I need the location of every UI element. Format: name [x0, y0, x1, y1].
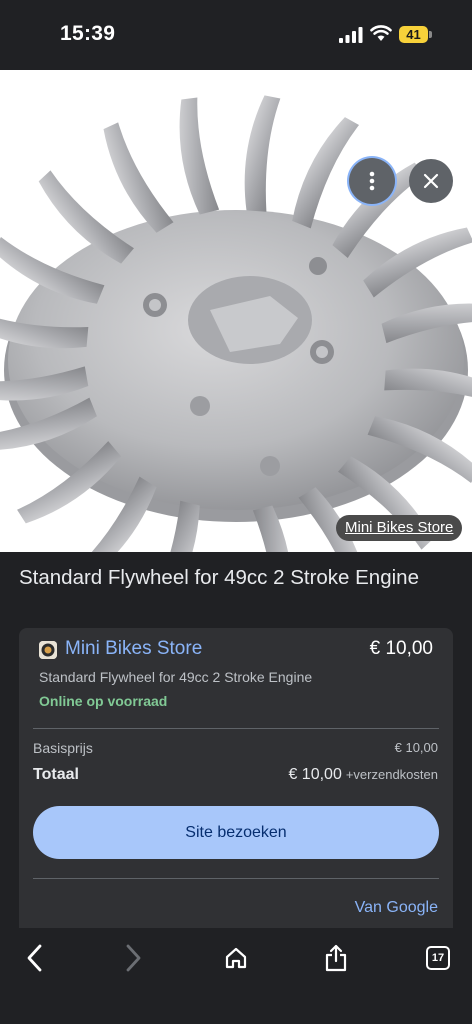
browser-toolbar: 17: [0, 930, 472, 1024]
total-price: € 10,00 +verzendkosten: [288, 766, 438, 784]
share-icon: [325, 944, 347, 972]
divider: [33, 728, 439, 729]
share-button[interactable]: [314, 940, 358, 976]
back-button[interactable]: [12, 940, 56, 976]
store-favicon-icon: [39, 641, 57, 659]
more-options-button[interactable]: [349, 158, 395, 204]
tabs-icon: 17: [426, 946, 450, 970]
close-icon: [423, 173, 439, 189]
forward-button[interactable]: [112, 940, 156, 976]
total-label: Totaal: [33, 766, 79, 783]
stock-status: Online op voorraad: [39, 693, 168, 709]
wifi-icon: [370, 25, 392, 41]
battery-level: 41: [406, 27, 421, 42]
back-icon: [27, 944, 42, 972]
shipping-note: +verzendkosten: [345, 767, 438, 782]
offer-card: Mini Bikes Store € 10,00 Standard Flywhe…: [19, 628, 453, 928]
battery-indicator: 41: [399, 26, 433, 44]
tabs-button[interactable]: 17: [416, 940, 460, 976]
base-price-label: Basisprijs: [33, 740, 93, 756]
product-title: Standard Flywheel for 49cc 2 Stroke Engi…: [19, 566, 419, 589]
tab-count: 17: [431, 952, 445, 964]
home-button[interactable]: [214, 940, 258, 976]
close-button[interactable]: [409, 159, 453, 203]
more-vert-icon: [369, 171, 375, 191]
store-name-link[interactable]: Mini Bikes Store: [65, 638, 202, 660]
signal-icon: [339, 27, 363, 43]
status-bar: 15:39 41: [0, 0, 472, 70]
offer-price: € 10,00: [369, 638, 433, 659]
divider: [33, 878, 439, 879]
image-source-link[interactable]: Mini Bikes Store: [336, 515, 463, 541]
product-image-area[interactable]: [0, 70, 472, 552]
product-image: [0, 70, 472, 552]
forward-icon: [126, 944, 141, 972]
from-google-link[interactable]: Van Google: [355, 899, 438, 917]
total-value: € 10,00: [288, 766, 342, 783]
status-time: 15:39: [60, 22, 116, 45]
offer-description: Standard Flywheel for 49cc 2 Stroke Engi…: [39, 669, 313, 685]
base-price-value: € 10,00: [394, 740, 438, 755]
home-icon: [225, 947, 247, 969]
visit-site-button[interactable]: Site bezoeken: [33, 806, 439, 859]
